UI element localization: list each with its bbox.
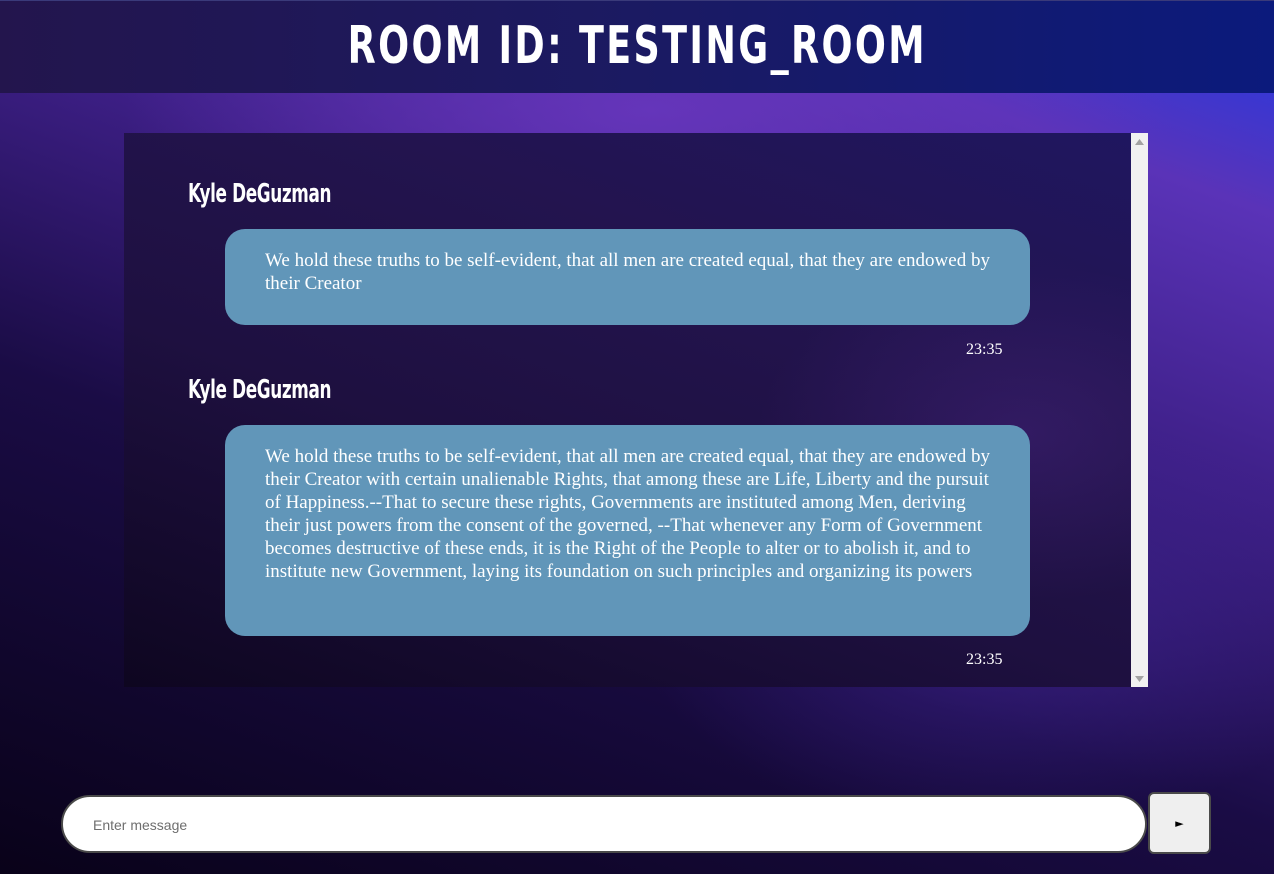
message-bubble: We hold these truths to be self-evident,… bbox=[225, 425, 1030, 636]
scroll-down-arrow-icon[interactable] bbox=[1131, 670, 1148, 687]
room-title: ROOM ID: TESTING_ROOM bbox=[347, 16, 927, 76]
message-input[interactable] bbox=[91, 797, 1125, 853]
message-sender: Kyle DeGuzman bbox=[188, 179, 332, 209]
send-icon: ► bbox=[1175, 816, 1184, 830]
message-list: Kyle DeGuzman We hold these truths to be… bbox=[124, 133, 1131, 687]
send-button[interactable]: ► bbox=[1148, 792, 1211, 854]
room-header: ROOM ID: TESTING_ROOM bbox=[0, 0, 1274, 93]
scroll-up-arrow-icon[interactable] bbox=[1131, 133, 1148, 150]
message-sender: Kyle DeGuzman bbox=[188, 375, 332, 405]
message-scrollbar[interactable] bbox=[1131, 133, 1148, 687]
message-timestamp: 23:35 bbox=[966, 651, 1003, 668]
message-panel[interactable]: Kyle DeGuzman We hold these truths to be… bbox=[124, 133, 1148, 687]
message-input-wrapper bbox=[61, 795, 1147, 853]
message-timestamp: 23:35 bbox=[966, 341, 1003, 358]
message-bubble: We hold these truths to be self-evident,… bbox=[225, 229, 1030, 325]
